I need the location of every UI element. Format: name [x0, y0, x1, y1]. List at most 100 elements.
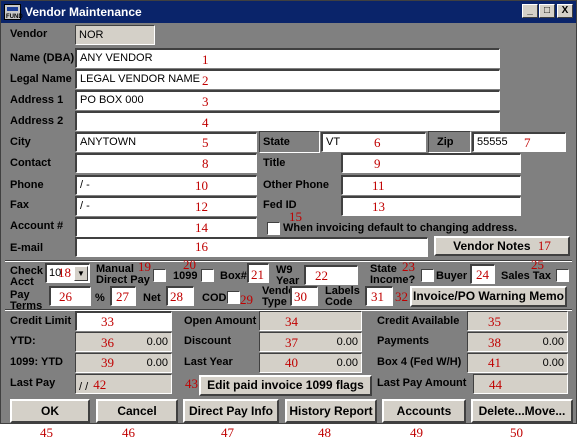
callout-2: 2 — [202, 73, 209, 88]
callout-16: 16 — [195, 239, 208, 254]
callout-26: 26 — [59, 289, 72, 304]
w9-year-label: W9 Year — [276, 264, 300, 287]
minimize-button[interactable]: _ — [522, 4, 538, 18]
vendor-code: NOR — [75, 25, 155, 45]
vendor-maintenance-window: FUND Vendor Maintenance _ □ X Vendor NOR… — [0, 0, 577, 424]
address1-label: Address 1 — [10, 94, 64, 106]
ytd-value: 0.00 — [75, 332, 172, 352]
chevron-down-icon[interactable]: ▼ — [74, 266, 88, 281]
callout-12: 12 — [195, 199, 208, 214]
last-pay-amount-label: Last Pay Amount — [377, 377, 467, 389]
open-amount-value — [259, 311, 362, 331]
percent-label: % — [95, 292, 105, 304]
callout-17: 17 — [537, 238, 551, 253]
city-input[interactable]: ANYTOWN — [75, 132, 257, 152]
callout-47: 47 — [221, 425, 234, 440]
callout-1: 1 — [202, 52, 209, 67]
account-label: Account # — [10, 220, 64, 232]
callout-11: 11 — [372, 178, 385, 193]
account-input[interactable] — [75, 217, 257, 237]
credit-available-label: Credit Available — [377, 315, 460, 327]
callout-9: 9 — [374, 156, 381, 171]
callout-29: 29 — [240, 292, 253, 307]
vendor-label: Vendor — [10, 28, 48, 40]
credit-available-value — [467, 311, 568, 331]
warning-memo-button[interactable]: Invoice/PO Warning Memo — [410, 286, 567, 307]
email-label: E-mail — [10, 242, 44, 254]
fed-id-input[interactable] — [341, 196, 521, 216]
payments-value: 0.00 — [467, 332, 568, 352]
last-pay-amount-value — [473, 374, 568, 394]
callout-35: 35 — [488, 314, 501, 329]
callout-21: 21 — [251, 267, 264, 282]
credit-limit-label: Credit Limit — [10, 315, 72, 327]
name-label: Name (DBA) — [10, 52, 75, 64]
invoicing-default-label: When invoicing default to changing addre… — [283, 222, 518, 234]
sales-tax-label: Sales Tax — [501, 270, 551, 282]
ok-button[interactable]: OK — [10, 399, 90, 423]
other-phone-input[interactable] — [341, 175, 521, 195]
callout-41: 41 — [488, 355, 501, 370]
last-pay-value: / / 42 — [75, 374, 172, 394]
f1099-checkbox[interactable] — [201, 269, 214, 282]
w9-year-input[interactable] — [304, 265, 358, 285]
callout-23: 23 — [402, 259, 415, 274]
name-input[interactable]: ANY VENDOR — [75, 48, 500, 68]
address2-input[interactable] — [75, 111, 500, 131]
history-report-button[interactable]: History Report — [285, 399, 377, 423]
callout-31: 31 — [371, 289, 384, 304]
callout-20: 20 — [183, 257, 196, 272]
email-input[interactable] — [75, 237, 428, 257]
title-label: Title — [263, 157, 286, 169]
cod-checkbox[interactable] — [227, 291, 240, 304]
address1-input[interactable]: PO BOX 000 — [75, 90, 500, 110]
contact-label: Contact — [10, 157, 51, 169]
callout-4: 4 — [202, 115, 209, 130]
sales-tax-checkbox[interactable] — [556, 269, 569, 282]
direct-pay-info-button[interactable]: Direct Pay Info — [183, 399, 279, 423]
accounts-button[interactable]: Accounts — [382, 399, 466, 423]
box4-label: Box 4 (Fed W/H) — [377, 356, 462, 368]
vendor-notes-button[interactable]: Vendor Notes 17 — [434, 236, 570, 256]
callout-7: 7 — [524, 135, 531, 150]
fax-input[interactable]: / - — [75, 196, 257, 216]
maximize-button[interactable]: □ — [539, 4, 555, 18]
callout-6: 6 — [374, 135, 381, 150]
callout-46: 46 — [122, 425, 135, 440]
close-button[interactable]: X — [557, 4, 573, 18]
state-income-checkbox[interactable] — [421, 269, 434, 282]
edit-1099-flags-button[interactable]: Edit paid invoice 1099 flags — [199, 375, 372, 396]
phone-input[interactable]: / - — [75, 175, 257, 195]
title-input[interactable] — [341, 153, 521, 173]
discount-value: 0.00 — [259, 332, 362, 352]
zip-input[interactable]: 55555 — [472, 132, 566, 152]
delete-move-button[interactable]: Delete...Move... — [471, 399, 573, 423]
last-year-label: Last Year — [184, 356, 233, 368]
callout-49: 49 — [410, 425, 423, 440]
callout-45: 45 — [40, 425, 53, 440]
last-year-value: 0.00 — [259, 353, 362, 373]
legal-name-input[interactable]: LEGAL VENDOR NAME — [75, 69, 500, 89]
section-divider-1 — [5, 260, 572, 262]
credit-limit-input[interactable] — [75, 311, 172, 331]
last-pay-label: Last Pay — [10, 377, 56, 389]
box-label: Box# — [220, 270, 247, 282]
callout-48: 48 — [318, 425, 331, 440]
buyer-label: Buyer — [436, 270, 468, 282]
ytd-label: YTD: — [10, 335, 36, 347]
state-label: State — [263, 136, 290, 148]
ytd-1099-value: 0.00 — [75, 353, 172, 373]
callout-27: 27 — [116, 289, 129, 304]
manual-direct-pay-checkbox[interactable] — [153, 269, 166, 282]
contact-input[interactable] — [75, 153, 257, 173]
cancel-button[interactable]: Cancel — [96, 399, 178, 423]
cod-label: COD — [202, 292, 227, 304]
callout-10: 10 — [195, 178, 208, 193]
ytd-1099-label: 1099: YTD — [10, 356, 63, 368]
fax-label: Fax — [10, 199, 29, 211]
title-bar: FUND Vendor Maintenance _ □ X — [1, 1, 576, 23]
callout-39: 39 — [101, 355, 114, 370]
callout-36: 36 — [101, 335, 114, 350]
invoicing-default-checkbox[interactable] — [267, 222, 280, 235]
callout-19: 19 — [138, 259, 151, 274]
